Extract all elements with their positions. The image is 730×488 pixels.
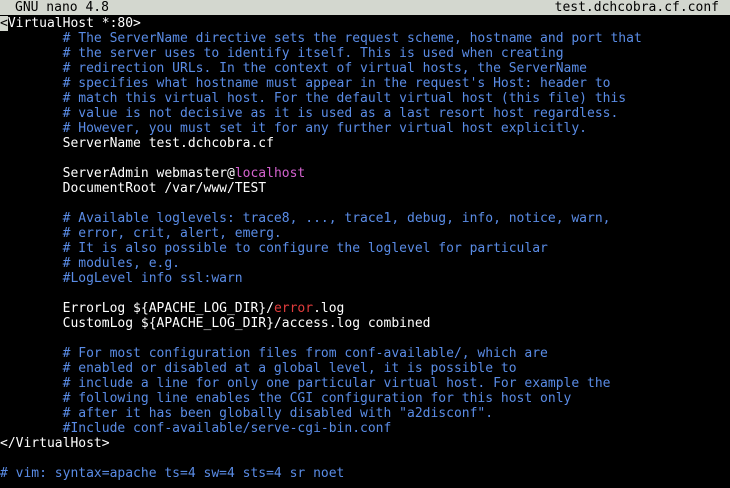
editor-line[interactable]: # However, you must set it for any furth… [0, 121, 587, 136]
comment-text: # enabled or disabled at a global level,… [0, 361, 517, 376]
editor-line[interactable]: #LogLevel info ssl:warn [0, 271, 243, 286]
config-text: error [273, 301, 314, 316]
comment-text: #Include conf-available/serve-cgi-bin.co… [0, 421, 392, 436]
editor-line[interactable]: ServerAdmin webmaster@localhost [0, 166, 306, 181]
editor-line[interactable]: </VirtualHost> [0, 436, 110, 451]
config-text: localhost [234, 166, 306, 181]
editor-line[interactable]: # The ServerName directive sets the requ… [0, 31, 642, 46]
comment-text: # error, crit, alert, emerg. [0, 226, 282, 241]
editor-line[interactable]: #Include conf-available/serve-cgi-bin.co… [0, 421, 392, 436]
editor-line[interactable]: # redirection URLs. In the context of vi… [0, 61, 587, 76]
editor-line[interactable]: # error, crit, alert, emerg. [0, 226, 282, 241]
editor-line[interactable]: # modules, e.g. [0, 256, 180, 271]
comment-text: # specifies what hostname must appear in… [0, 76, 611, 91]
config-text: .log [313, 301, 345, 316]
editor-line[interactable]: ServerName test.dchcobra.cf [0, 136, 274, 151]
editor-line[interactable]: # after it has been globally disabled wi… [0, 406, 493, 421]
comment-text: # However, you must set it for any furth… [0, 121, 587, 136]
comment-text: # For most configuration files from conf… [0, 346, 548, 361]
config-text: ServerAdmin webmaster@ [0, 166, 235, 181]
nano-title-bar: GNU nano 4.8 test.dchcobra.cf.conf [0, 0, 730, 15]
comment-text: # modules, e.g. [0, 256, 181, 271]
editor-line[interactable]: # enabled or disabled at a global level,… [0, 361, 517, 376]
editor-line[interactable]: # For most configuration files from conf… [0, 346, 548, 361]
config-text: CustomLog ${APACHE_LOG_DIR}/access.log c… [0, 316, 431, 331]
comment-text: # vim: syntax=apache ts=4 sw=4 sts=4 sr … [0, 466, 345, 481]
editor-line[interactable]: ErrorLog ${APACHE_LOG_DIR}/error.log [0, 301, 345, 316]
comment-text: # Available loglevels: trace8, ..., trac… [0, 211, 611, 226]
app-version-label: GNU nano 4.8 [15, 0, 109, 15]
editor-line[interactable]: # specifies what hostname must appear in… [0, 76, 611, 91]
editor-line[interactable]: # match this virtual host. For the defau… [0, 91, 627, 106]
comment-text: # match this virtual host. For the defau… [0, 91, 627, 106]
comment-text: # include a line for only one particular… [0, 376, 611, 391]
editor-line[interactable]: # include a line for only one particular… [0, 376, 611, 391]
editor-line[interactable]: <VirtualHost *:80> [0, 16, 141, 31]
editor-line[interactable]: # Available loglevels: trace8, ..., trac… [0, 211, 611, 226]
editor-line[interactable]: # the server uses to identify itself. Th… [0, 46, 564, 61]
editor-line[interactable]: CustomLog ${APACHE_LOG_DIR}/access.log c… [0, 316, 431, 331]
comment-text: # following line enables the CGI configu… [0, 391, 572, 406]
config-text: DocumentRoot /var/www/TEST [0, 181, 267, 196]
comment-text: # value is not decisive as it is used as… [0, 106, 619, 121]
editor-line[interactable]: # value is not decisive as it is used as… [0, 106, 619, 121]
comment-text: # redirection URLs. In the context of vi… [0, 61, 587, 76]
config-text: </VirtualHost> [0, 436, 110, 451]
editor-line[interactable]: # following line enables the CGI configu… [0, 391, 572, 406]
comment-text: # the server uses to identify itself. Th… [0, 46, 564, 61]
text-cursor: < [0, 16, 8, 31]
config-text: ServerName test.dchcobra.cf [0, 136, 274, 151]
editor-line[interactable]: # vim: syntax=apache ts=4 sw=4 sts=4 sr … [0, 466, 344, 481]
comment-text: # It is also possible to configure the l… [0, 241, 548, 256]
config-text: ErrorLog ${APACHE_LOG_DIR}/ [0, 301, 274, 316]
filename-label: test.dchcobra.cf.conf [554, 0, 719, 15]
editor-line[interactable]: # It is also possible to configure the l… [0, 241, 548, 256]
comment-text: #LogLevel info ssl:warn [0, 271, 243, 286]
comment-text: # The ServerName directive sets the requ… [0, 31, 642, 46]
comment-text: # after it has been globally disabled wi… [0, 406, 494, 421]
editor-line[interactable]: DocumentRoot /var/www/TEST [0, 181, 267, 196]
text-editor-area[interactable]: <VirtualHost *:80> # The ServerName dire… [0, 16, 730, 488]
config-text: VirtualHost *:80> [7, 16, 141, 31]
